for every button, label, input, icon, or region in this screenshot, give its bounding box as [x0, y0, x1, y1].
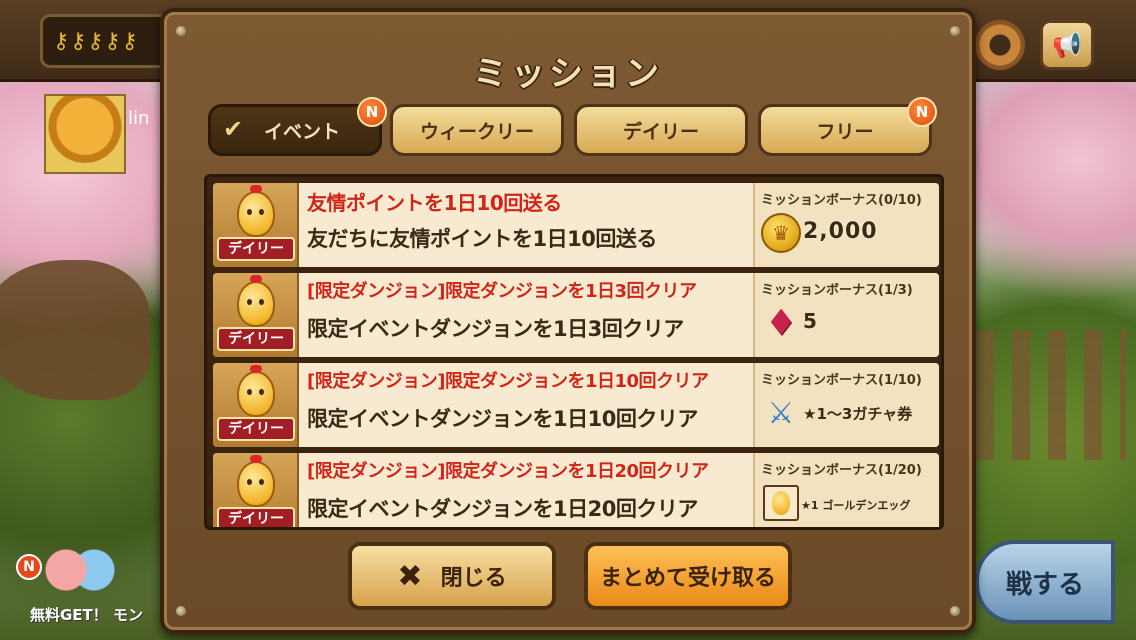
- egg-icon: [237, 281, 275, 327]
- tab-label: ウィークリー: [419, 120, 534, 143]
- coin-icon: ♛: [761, 213, 801, 253]
- egg-icon: [237, 191, 275, 237]
- new-badge: N: [907, 97, 937, 127]
- reward-value: ★1 ゴールデンエッグ: [801, 499, 911, 512]
- battle-label: 戦する: [1005, 569, 1084, 600]
- tab-event[interactable]: ✔ イベント N: [208, 97, 387, 156]
- mission-title: [限定ダンジョン]限定ダンジョンを1日20回クリア: [307, 461, 709, 482]
- tab-weekly[interactable]: ウィークリー: [390, 104, 564, 156]
- mission-description: 限定イベントダンジョンを1日3回クリア: [307, 317, 684, 341]
- close-button[interactable]: ✖ 閉じる: [348, 542, 556, 610]
- wooden-fence: [976, 330, 1126, 460]
- mission-list[interactable]: デイリー 友情ポイントを1日10回送る 友だちに友情ポイントを1日10回送る ミ…: [204, 174, 944, 530]
- mission-tag: デイリー: [217, 417, 295, 441]
- key-icon: ⚷: [70, 28, 87, 54]
- gacha-ticket-icon: ⚔: [767, 395, 795, 431]
- megaphone-button[interactable]: 📢: [1040, 20, 1094, 70]
- mission-icon: デイリー: [213, 273, 299, 357]
- mission-icon: デイリー: [213, 453, 299, 527]
- mission-description: 友だちに友情ポイントを1日10回送る: [307, 227, 657, 251]
- mission-title: 友情ポイントを1日10回送る: [307, 191, 562, 215]
- tab-label: フリー: [816, 120, 874, 143]
- reward-value: 2,000: [803, 219, 878, 244]
- bonus-header: ミッションボーナス(1/10): [761, 373, 922, 388]
- monster-pair-icon: [38, 540, 118, 600]
- bow-icon: [250, 365, 262, 373]
- mission-tag: デイリー: [217, 237, 295, 261]
- mission-icon: デイリー: [213, 183, 299, 267]
- rivet: [176, 26, 186, 36]
- player-avatar[interactable]: [44, 94, 126, 174]
- player-name: lin: [128, 108, 150, 129]
- egg-icon: [237, 461, 275, 507]
- mission-row[interactable]: デイリー 友情ポイントを1日10回送る 友だちに友情ポイントを1日10回送る ミ…: [213, 183, 939, 267]
- reward-value: 5: [803, 309, 817, 333]
- mission-row[interactable]: デイリー [限定ダンジョン]限定ダンジョンを1日20回クリア 限定イベントダンジ…: [213, 453, 939, 527]
- key-icon: ⚷: [87, 28, 104, 54]
- megaphone-icon: 📢: [1052, 31, 1082, 59]
- reward-value: ★1～3ガチャ券: [803, 405, 913, 423]
- tree-trunk: [0, 260, 150, 400]
- bow-icon: [250, 275, 262, 283]
- free-get-button[interactable]: N 無料GET！ モン: [8, 540, 168, 640]
- free-get-label: 無料GET！ モン: [30, 606, 144, 624]
- reward-panel: ミッションボーナス(1/10) ⚔ ★1～3ガチャ券: [753, 363, 939, 447]
- mission-title: [限定ダンジョン]限定ダンジョンを1日10回クリア: [307, 371, 709, 392]
- bow-icon: [250, 455, 262, 463]
- rivet: [950, 26, 960, 36]
- mission-icon: デイリー: [213, 363, 299, 447]
- key-icon: ⚷: [53, 28, 70, 54]
- close-icon: ✖: [397, 558, 423, 594]
- close-label: 閉じる: [440, 566, 507, 591]
- bonus-header: ミッションボーナス(1/3): [761, 283, 913, 298]
- tab-label: デイリー: [622, 120, 699, 143]
- mission-tag: デイリー: [217, 507, 295, 527]
- check-icon: ✔: [223, 115, 244, 143]
- reward-panel: ミッションボーナス(1/3) ♦ 5: [753, 273, 939, 357]
- modal-title: ミッション: [473, 54, 663, 94]
- bonus-header: ミッションボーナス(1/20): [761, 463, 922, 478]
- bonus-header: ミッションボーナス(0/10): [761, 193, 922, 208]
- battle-button[interactable]: 戦する: [975, 540, 1115, 624]
- gem-icon: ♦: [764, 302, 798, 344]
- new-badge: N: [357, 97, 387, 127]
- collect-all-label: まとめて受け取る: [599, 566, 776, 591]
- key-icon: ⚷: [121, 28, 138, 54]
- reward-panel: ミッションボーナス(0/10) ♛ 2,000: [753, 183, 939, 267]
- settings-gear-icon[interactable]: [975, 20, 1025, 70]
- mission-title: [限定ダンジョン]限定ダンジョンを1日3回クリア: [307, 281, 697, 302]
- mission-tag: デイリー: [217, 327, 295, 351]
- rivet: [176, 606, 186, 616]
- tab-free[interactable]: フリー N: [758, 97, 937, 156]
- bow-icon: [250, 185, 262, 193]
- tab-daily[interactable]: デイリー: [574, 104, 748, 156]
- egg-icon: [237, 371, 275, 417]
- rivet: [950, 606, 960, 616]
- collect-all-button[interactable]: まとめて受け取る: [584, 542, 792, 610]
- mission-modal: ミッション ✔ イベント N ウィークリー デイリー フリー N デイリー 友情…: [160, 8, 976, 634]
- mission-description: 限定イベントダンジョンを1日20回クリア: [307, 497, 698, 521]
- mission-row[interactable]: デイリー [限定ダンジョン]限定ダンジョンを1日10回クリア 限定イベントダンジ…: [213, 363, 939, 447]
- mission-description: 限定イベントダンジョンを1日10回クリア: [307, 407, 698, 431]
- key-icon: ⚷: [104, 28, 121, 54]
- mission-row[interactable]: デイリー [限定ダンジョン]限定ダンジョンを1日3回クリア 限定イベントダンジョ…: [213, 273, 939, 357]
- golden-egg-icon: [761, 483, 801, 523]
- new-badge: N: [16, 554, 42, 580]
- reward-panel: ミッションボーナス(1/20) ★1 ゴールデンエッグ: [753, 453, 939, 527]
- tab-label: イベント: [263, 120, 340, 143]
